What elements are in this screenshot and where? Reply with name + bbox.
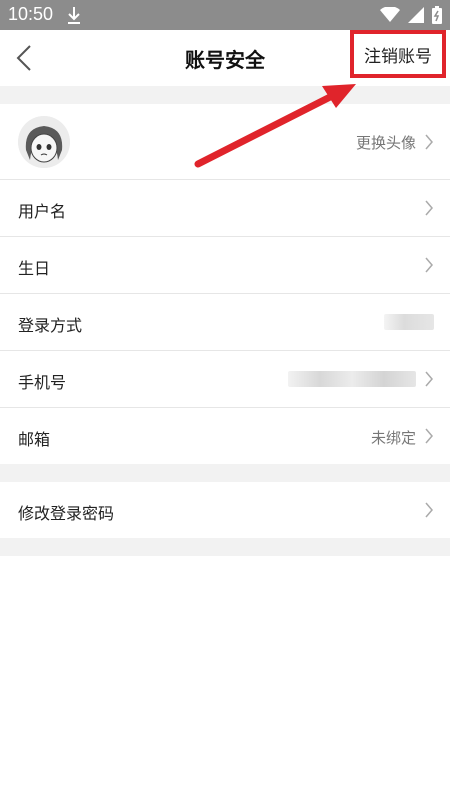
cancel-account-button[interactable]: 注销账号 xyxy=(350,30,446,78)
chevron-right-icon xyxy=(425,428,433,444)
signal-icon xyxy=(408,7,424,23)
login-method-row[interactable]: 登录方式 xyxy=(0,294,450,351)
chevron-right-icon xyxy=(425,200,433,216)
battery-icon xyxy=(432,6,442,24)
download-icon xyxy=(68,7,80,24)
redacted-value xyxy=(384,314,434,330)
change-password-label: 修改登录密码 xyxy=(18,504,115,523)
chevron-right-icon xyxy=(425,257,433,273)
status-bar: 10:50 xyxy=(0,0,450,30)
birthday-label: 生日 xyxy=(18,259,51,278)
status-time: 10:50 xyxy=(8,4,54,24)
phone-label: 手机号 xyxy=(18,373,67,392)
section-gap xyxy=(0,86,450,104)
avatar-illustration xyxy=(18,116,70,168)
email-label: 邮箱 xyxy=(18,430,51,449)
chevron-right-icon xyxy=(425,371,433,387)
username-label: 用户名 xyxy=(18,202,67,221)
username-row[interactable]: 用户名 xyxy=(0,180,450,237)
redacted-value xyxy=(288,371,416,387)
section-gap xyxy=(0,464,450,482)
avatar xyxy=(18,116,70,168)
avatar-row[interactable]: 更换头像 xyxy=(0,104,450,180)
login-method-label: 登录方式 xyxy=(18,316,83,335)
section-gap xyxy=(0,538,450,556)
change-password-row[interactable]: 修改登录密码 xyxy=(0,482,450,538)
wifi-icon xyxy=(380,7,400,22)
chevron-right-icon xyxy=(425,134,433,150)
change-avatar-label: 更换头像 xyxy=(355,134,416,152)
birthday-row[interactable]: 生日 xyxy=(0,237,450,294)
phone-row[interactable]: 手机号 xyxy=(0,351,450,408)
chevron-right-icon xyxy=(425,502,433,518)
email-status: 未绑定 xyxy=(370,429,416,447)
cancel-account-label: 注销账号 xyxy=(364,46,432,67)
nav-bar: 账号安全 注销账号 xyxy=(0,30,450,86)
email-row[interactable]: 邮箱 未绑定 xyxy=(0,408,450,464)
